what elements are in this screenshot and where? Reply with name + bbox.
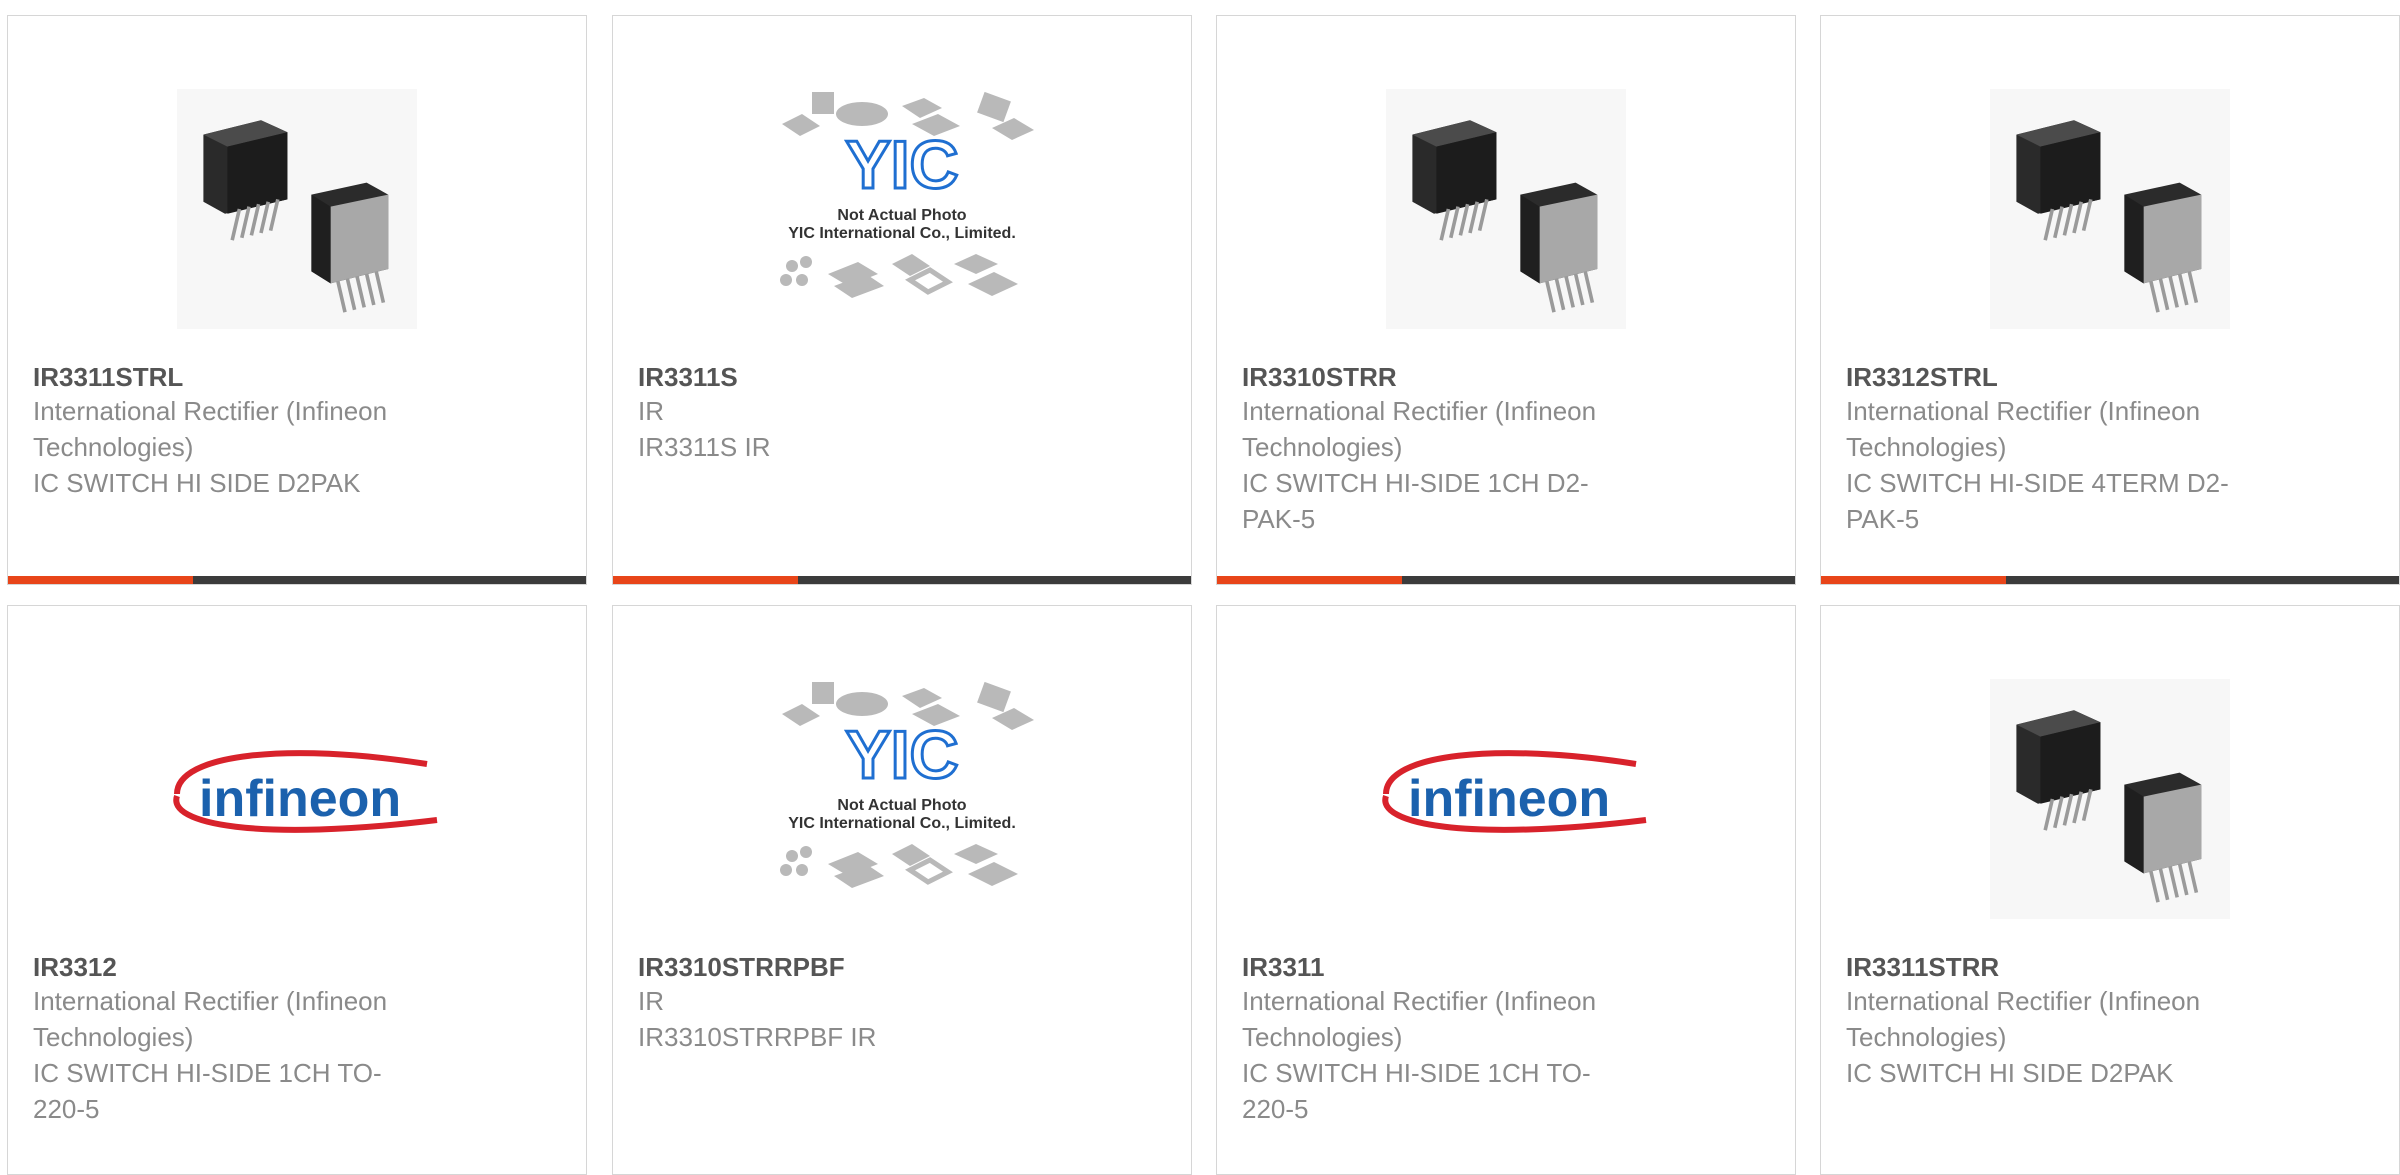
product-thumbnail[interactable]: YIC Not Actual Photo YIC International C… <box>613 56 1191 361</box>
product-info: IR3312 International Rectifier (Infineon … <box>33 951 433 1127</box>
svg-text:YIC: YIC <box>845 717 958 793</box>
svg-text:YIC: YIC <box>845 127 958 203</box>
product-info: IR3310STRRPBF IR IR3310STRRPBF IR <box>638 951 1038 1055</box>
card-bottom-bar-accent <box>1217 576 1402 584</box>
manufacturer: International Rectifier (Infineon Techno… <box>1242 396 1597 462</box>
manufacturer: International Rectifier (Infineon Techno… <box>1846 396 2201 462</box>
svg-text:YIC International Co., Limited: YIC International Co., Limited. <box>788 225 1016 242</box>
part-number[interactable]: IR3310STRRPBF <box>638 951 1038 983</box>
infineon-logo: infineon <box>173 749 438 833</box>
part-number[interactable]: IR3311STRL <box>33 361 433 393</box>
card-bottom-bar <box>613 576 1191 584</box>
product-info: IR3312STRL International Rectifier (Infin… <box>1846 361 2246 537</box>
product-thumbnail[interactable]: YIC Not Actual Photo YIC International C… <box>613 646 1191 951</box>
product-card[interactable]: YIC Not Actual Photo YIC International C… <box>612 15 1192 585</box>
part-number[interactable]: IR3312 <box>33 951 433 983</box>
product-description: IC SWITCH HI-SIDE 4TERM D2-PAK-5 <box>1846 468 2229 534</box>
svg-text:Not Actual Photo: Not Actual Photo <box>837 797 966 814</box>
product-description: IC SWITCH HI-SIDE 1CH TO-220-5 <box>33 1058 382 1124</box>
card-bottom-bar <box>1821 576 2399 584</box>
product-info: IR3311STRL International Rectifier (Infin… <box>33 361 433 501</box>
svg-text:infineon: infineon <box>1408 770 1610 828</box>
product-thumbnail[interactable] <box>1217 56 1795 361</box>
manufacturer: International Rectifier (Infineon Techno… <box>33 986 388 1052</box>
d2pak-package-image <box>1386 88 1626 329</box>
product-thumbnail[interactable] <box>1821 56 2399 361</box>
part-number[interactable]: IR3311 <box>1242 951 1642 983</box>
product-thumbnail[interactable] <box>8 56 586 361</box>
product-card[interactable]: infineon IR3312 International Rectifier (… <box>7 605 587 1175</box>
card-bottom-bar <box>1217 576 1795 584</box>
product-card[interactable]: IR3310STRR International Rectifier (Infin… <box>1216 15 1796 585</box>
svg-text:infineon: infineon <box>199 770 401 828</box>
product-description: IR3311S IR <box>638 432 771 462</box>
part-number[interactable]: IR3311STRR <box>1846 951 2246 983</box>
card-bottom-bar <box>8 576 586 584</box>
product-description: IC SWITCH HI-SIDE 1CH D2-PAK-5 <box>1242 468 1589 534</box>
product-card[interactable]: infineon IR3311 International Rectifier (… <box>1216 605 1796 1175</box>
product-card[interactable]: IR3311STRL International Rectifier (Infin… <box>7 15 587 585</box>
product-info: IR3311 International Rectifier (Infineon … <box>1242 951 1642 1127</box>
infineon-logo: infineon <box>1382 749 1647 833</box>
product-info: IR3311STRR International Rectifier (Infin… <box>1846 951 2246 1091</box>
d2pak-package-image <box>1990 88 2230 329</box>
product-thumbnail[interactable]: infineon <box>8 646 586 951</box>
product-description: IC SWITCH HI SIDE D2PAK <box>33 468 361 498</box>
svg-text:Not Actual Photo: Not Actual Photo <box>837 207 966 224</box>
product-description: IC SWITCH HI SIDE D2PAK <box>1846 1058 2174 1088</box>
product-card[interactable]: IR3312STRL International Rectifier (Infin… <box>1820 15 2400 585</box>
manufacturer: IR <box>638 986 664 1016</box>
product-card[interactable]: YIC Not Actual Photo YIC International C… <box>612 605 1192 1175</box>
product-grid: IR3311STRL International Rectifier (Infin… <box>0 0 2400 1175</box>
part-number[interactable]: IR3312STRL <box>1846 361 2246 393</box>
product-thumbnail[interactable] <box>1821 646 2399 951</box>
yic-placeholder-image: YIC Not Actual Photo YIC International C… <box>780 91 1034 298</box>
product-info: IR3311S IR IR3311S IR <box>638 361 1038 465</box>
d2pak-package-image <box>177 88 417 329</box>
svg-text:YIC International Co., Limited: YIC International Co., Limited. <box>788 815 1016 832</box>
part-number[interactable]: IR3311S <box>638 361 1038 393</box>
d2pak-package-image <box>1990 678 2230 919</box>
product-description: IR3310STRRPBF IR <box>638 1022 877 1052</box>
card-bottom-bar-accent <box>1821 576 2006 584</box>
card-bottom-bar-accent <box>8 576 193 584</box>
manufacturer: IR <box>638 396 664 426</box>
product-description: IC SWITCH HI-SIDE 1CH TO-220-5 <box>1242 1058 1591 1124</box>
yic-placeholder-image: YIC Not Actual Photo YIC International C… <box>780 681 1034 888</box>
manufacturer: International Rectifier (Infineon Techno… <box>1242 986 1597 1052</box>
product-thumbnail[interactable]: infineon <box>1217 646 1795 951</box>
product-card[interactable]: IR3311STRR International Rectifier (Infin… <box>1820 605 2400 1175</box>
product-info: IR3310STRR International Rectifier (Infin… <box>1242 361 1642 537</box>
part-number[interactable]: IR3310STRR <box>1242 361 1642 393</box>
manufacturer: International Rectifier (Infineon Techno… <box>33 396 388 462</box>
manufacturer: International Rectifier (Infineon Techno… <box>1846 986 2201 1052</box>
card-bottom-bar-accent <box>613 576 798 584</box>
